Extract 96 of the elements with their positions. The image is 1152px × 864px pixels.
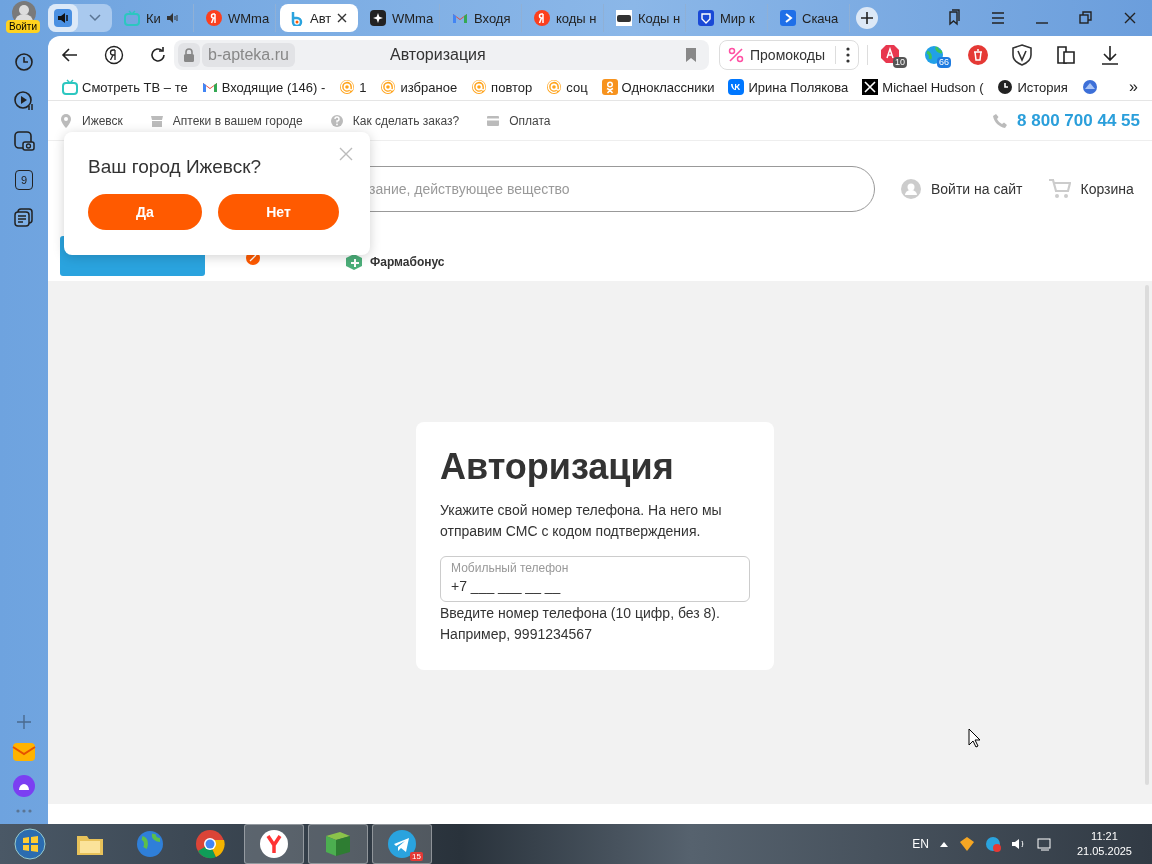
language-indicator[interactable]: EN <box>912 837 929 851</box>
bookmark-icon[interactable] <box>685 47 697 63</box>
tab[interactable]: WMma <box>362 4 440 32</box>
camera-icon[interactable] <box>13 130 35 152</box>
bookmark[interactable]: избраное <box>380 79 458 95</box>
at-sign-icon <box>546 79 563 95</box>
bookmark[interactable]: Ирина Полякова <box>728 79 849 95</box>
count-badge: 10 <box>893 57 908 68</box>
more-icon[interactable] <box>846 47 851 63</box>
mouse-pointer-icon <box>968 728 981 748</box>
menu-icon[interactable] <box>989 9 1007 27</box>
speaker-icon[interactable] <box>166 13 178 23</box>
info-link[interactable]: Ижевск <box>60 113 123 128</box>
trash-icon[interactable] <box>967 44 990 66</box>
pie-icon[interactable] <box>1081 79 1098 95</box>
translate-icon[interactable] <box>1055 44 1078 66</box>
chrome-icon[interactable] <box>194 828 226 860</box>
info-link[interactable]: Аптеки в вашем городе <box>150 113 303 128</box>
bookmark[interactable]: Одноклассники <box>601 79 715 95</box>
phone-input-field[interactable]: Мобильный телефон +7 ___ ___ __ __ <box>440 555 750 602</box>
lock-icon <box>183 48 195 62</box>
auth-heading: Авторизация <box>440 445 675 488</box>
bookmark[interactable]: История <box>997 79 1068 95</box>
counter-icon[interactable]: 9 <box>15 170 33 190</box>
more-bookmarks-button[interactable]: » <box>1129 78 1138 96</box>
network-icon[interactable] <box>1036 836 1053 852</box>
restore-icon[interactable] <box>1077 9 1095 27</box>
play-icon[interactable] <box>13 90 35 112</box>
tab[interactable]: Входя <box>444 4 522 32</box>
hint-text: Введите номер телефона (10 цифр, без 8). <box>440 603 721 623</box>
cart-icon <box>1048 178 1071 199</box>
yandex-icon[interactable] <box>104 45 124 65</box>
ok-icon <box>601 79 618 95</box>
count-badge: 15 <box>410 852 423 861</box>
at-sign-icon <box>339 79 356 95</box>
phone-icon <box>993 113 1008 128</box>
at-sign-icon <box>380 79 397 95</box>
badge-icon <box>616 10 632 26</box>
bookmark[interactable]: 1 <box>339 79 367 95</box>
tray-chat-icon[interactable] <box>984 836 1001 852</box>
bookmark[interactable]: повтор <box>471 79 533 95</box>
address-bar[interactable]: b-apteka.ru Авторизация <box>174 40 709 70</box>
notes-icon[interactable] <box>14 208 34 228</box>
globe-icon[interactable] <box>134 828 166 860</box>
user-icon <box>901 178 921 199</box>
tab[interactable]: Коды н <box>608 4 686 32</box>
promo-button[interactable]: Промокоды <box>719 40 860 70</box>
cart-link[interactable]: Корзина <box>1048 178 1134 199</box>
nav-link[interactable]: Фармабонус <box>346 254 445 270</box>
url-domain: b-apteka.ru <box>202 43 295 67</box>
tab[interactable]: Мир к <box>690 4 768 32</box>
reload-icon[interactable] <box>148 45 168 65</box>
tv-icon <box>62 79 78 95</box>
shield-v-icon[interactable] <box>1011 44 1034 66</box>
instruction-text: Укажите свой номер телефона. На него мы отправим СМС с кодом подтверждения. <box>440 500 723 541</box>
history-icon[interactable] <box>14 52 34 72</box>
vk-icon <box>728 79 745 95</box>
info-link[interactable]: Оплата <box>487 113 551 128</box>
clock-icon <box>997 79 1014 95</box>
yandex-icon <box>206 10 222 26</box>
login-label[interactable]: Войти <box>6 20 40 33</box>
info-link[interactable]: Как сделать заказ? <box>330 113 460 128</box>
help-icon <box>330 113 343 128</box>
yandex-icon <box>534 10 550 26</box>
speaker-icon[interactable] <box>54 9 72 27</box>
chevron-icon[interactable] <box>89 14 101 22</box>
tray-app-icon[interactable] <box>958 836 975 852</box>
location-icon <box>60 113 72 128</box>
store-icon <box>150 113 163 128</box>
clock[interactable]: 11:21 21.05.2025 <box>1076 829 1132 859</box>
bookmark[interactable]: Входящие (146) - <box>201 79 326 95</box>
tab[interactable]: Скача <box>772 4 850 32</box>
login-link[interactable]: Войти на сайт <box>901 178 1023 199</box>
card-icon <box>487 113 500 128</box>
sparkle-icon <box>370 10 386 26</box>
start-icon[interactable] <box>14 828 46 860</box>
assistant-icon[interactable] <box>12 774 36 798</box>
x-logo-icon <box>862 79 879 95</box>
at-sign-icon <box>471 79 488 95</box>
shield-icon <box>698 10 714 26</box>
bookmark[interactable]: соц <box>546 79 588 95</box>
close-icon[interactable] <box>337 13 348 23</box>
tab[interactable]: коды н <box>526 4 604 32</box>
yandex-browser-icon[interactable] <box>258 828 290 860</box>
new-tab-icon[interactable] <box>861 12 873 24</box>
count-badge: 66 <box>937 57 952 68</box>
tv-icon <box>124 10 140 26</box>
bookmark[interactable]: Michael Hudson ( <box>862 79 984 95</box>
tab[interactable]: WMma <box>198 4 276 32</box>
bookmark[interactable]: Смотреть ТВ – те <box>62 79 188 95</box>
percent-icon <box>728 47 744 63</box>
page-title: Авторизация <box>390 46 486 64</box>
tray-expand-icon[interactable] <box>938 840 949 848</box>
tab[interactable]: Авт <box>280 4 358 32</box>
tab[interactable]: Ки <box>116 4 194 32</box>
hint-text: Например, 9991234567 <box>440 624 593 644</box>
